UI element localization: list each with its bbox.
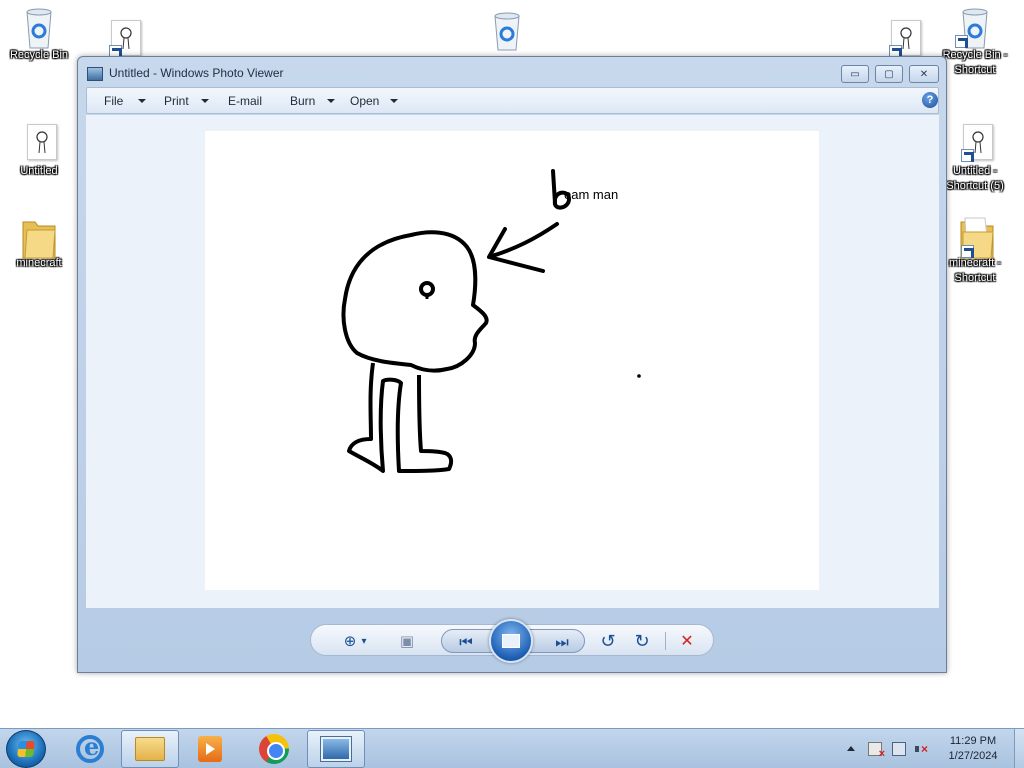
desktop-icon-recycle-bin-shortcut[interactable]: Recycle Bin - Shortcut [938,6,1012,78]
next-icon: ⏭ [555,633,569,651]
menu-print[interactable]: Print [164,94,189,108]
menu-email[interactable]: E-mail [228,94,262,108]
photo-viewer-icon [321,737,351,761]
rotate-clockwise-button[interactable]: ↻ [631,630,653,652]
desktop-icon-recycle-bin-2[interactable] [470,10,544,52]
menu-burn[interactable]: Burn [290,94,315,108]
recycle-bin-icon [487,10,527,51]
paint-document-shortcut-icon [875,18,921,58]
desktop-icon-label: minecraft - Shortcut [949,257,1001,284]
image-caption-text: eam man [564,187,619,202]
desktop-icon-minecraft[interactable]: minecraft [2,214,76,271]
volume-muted-icon[interactable] [914,742,928,756]
folder-icon [19,214,59,259]
rotate-counterclockwise-button[interactable]: ↺ [597,630,619,652]
displayed-image: eam man [205,131,819,590]
chevron-down-icon[interactable] [201,99,209,103]
previous-button[interactable]: ⏮ [454,631,478,653]
desktop-icon-paint-shortcut[interactable] [78,18,152,60]
zoom-dropdown[interactable]: ▾ [359,630,369,652]
network-icon[interactable] [892,742,906,756]
desktop-icon-paint-shortcut-2[interactable] [858,18,932,60]
desktop-icon-label: Untitled [20,165,58,177]
internet-explorer-icon [76,732,104,763]
taskbar-media-player[interactable] [181,730,239,768]
actual-size-button[interactable]: ▣ [395,630,419,652]
file-explorer-icon [135,737,165,761]
image-viewport: eam man [86,115,939,608]
slideshow-icon [502,634,520,648]
windows-logo-icon [17,741,35,757]
photo-viewer-app-icon [87,67,103,81]
next-button[interactable]: ⏭ [550,631,574,653]
rotate-cw-icon: ↻ [634,630,650,651]
clock-time: 11:29 PM [949,735,997,747]
title-bar[interactable]: Untitled - Windows Photo Viewer ▭ ▢ ✕ [78,57,946,89]
show-desktop-button[interactable] [1014,729,1024,768]
maximize-button[interactable]: ▢ [875,65,903,83]
recycle-bin-shortcut-icon [955,6,995,49]
folder-shortcut-icon [955,214,995,259]
photo-viewer-window: Untitled - Windows Photo Viewer ▭ ▢ ✕ Fi… [77,56,947,673]
chevron-down-icon[interactable] [138,99,146,103]
playback-controls: ⊕ ▾ ▣ ⏮ ⏭ ↺ ↻ ✕ [310,619,714,663]
menu-open[interactable]: Open [350,94,379,108]
desktop-icon-label: Recycle Bin [9,49,69,61]
stick-figure-drawing [341,169,641,473]
recycle-bin-icon [19,6,59,49]
taskbar-internet-explorer[interactable] [61,730,119,768]
paint-document-icon [19,122,59,162]
taskbar-file-explorer[interactable] [121,730,179,768]
chevron-down-icon[interactable] [390,99,398,103]
command-bar: File Print E-mail Burn Open ? [86,87,939,114]
desktop-icon-minecraft-shortcut[interactable]: minecraft - Shortcut [938,214,1012,286]
taskbar-chrome[interactable] [245,730,303,768]
menu-file[interactable]: File [104,94,123,108]
taskbar: 11:29 PM 1/27/2024 [0,728,1024,768]
rotate-ccw-icon: ↺ [600,630,616,651]
slideshow-button[interactable] [489,619,533,663]
desktop-icon-recycle-bin[interactable]: Recycle Bin [2,6,76,63]
maximize-icon: ▢ [884,68,894,80]
window-title: Untitled - Windows Photo Viewer [109,66,284,80]
minimize-button[interactable]: ▭ [841,65,869,83]
start-button[interactable] [6,730,46,768]
zoom-icon: ⊕ [343,633,357,650]
delete-button[interactable]: ✕ [675,630,699,652]
previous-icon: ⏮ [459,633,473,651]
paint-document-shortcut-icon [95,18,141,58]
system-clock[interactable]: 11:29 PM 1/27/2024 [936,734,1010,764]
media-player-icon [198,736,222,762]
close-icon: ✕ [919,68,929,80]
divider [665,632,666,650]
chevron-down-icon[interactable] [327,99,335,103]
desktop-icon-untitled[interactable]: Untitled [2,122,76,179]
desktop-icon-untitled-shortcut-5[interactable]: Untitled - Shortcut (5) [938,122,1012,194]
taskbar-photo-viewer[interactable] [307,730,365,768]
paint-document-shortcut-icon [955,122,995,162]
desktop-icon-label: Recycle Bin - Shortcut [942,49,1008,76]
show-hidden-icons-button[interactable] [847,746,855,751]
minimize-icon: ▭ [850,68,860,80]
delete-icon: ✕ [680,633,694,650]
clock-date: 1/27/2024 [948,750,998,762]
action-center-icon[interactable] [868,742,885,760]
desktop-icon-label: Untitled - Shortcut (5) [946,165,1004,192]
close-button[interactable]: ✕ [909,65,939,83]
fit-window-icon: ▣ [399,633,415,650]
chevron-down-icon: ▾ [361,635,367,647]
help-icon[interactable]: ? [922,92,938,108]
zoom-button[interactable]: ⊕ [339,630,361,652]
chrome-icon [259,734,289,764]
